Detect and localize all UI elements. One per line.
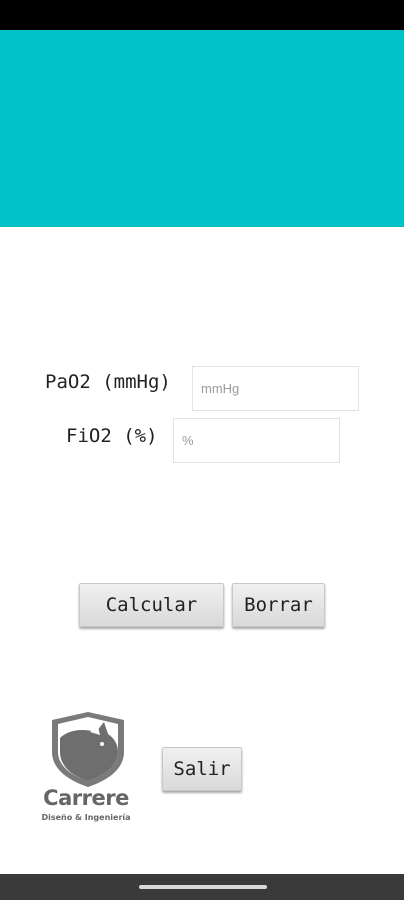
home-handle[interactable] xyxy=(139,885,267,889)
navigation-bar xyxy=(0,874,404,900)
fio2-label: FiO2 (%) xyxy=(66,425,158,447)
calculate-button[interactable]: Calcular xyxy=(79,583,224,627)
pao2-label: PaO2 (mmHg) xyxy=(45,371,171,393)
header-banner xyxy=(0,30,404,227)
shield-rhino-icon xyxy=(52,712,124,787)
carrere-logo: Carrere Diseño & Ingeniería xyxy=(38,708,138,830)
exit-button[interactable]: Salir xyxy=(162,747,242,791)
status-bar xyxy=(0,0,404,30)
clear-button[interactable]: Borrar xyxy=(232,583,325,627)
pao2-input[interactable] xyxy=(192,366,359,411)
fio2-input[interactable] xyxy=(173,418,340,463)
logo-name: Carrere xyxy=(43,786,129,810)
logo-tagline: Diseño & Ingeniería xyxy=(41,813,131,822)
